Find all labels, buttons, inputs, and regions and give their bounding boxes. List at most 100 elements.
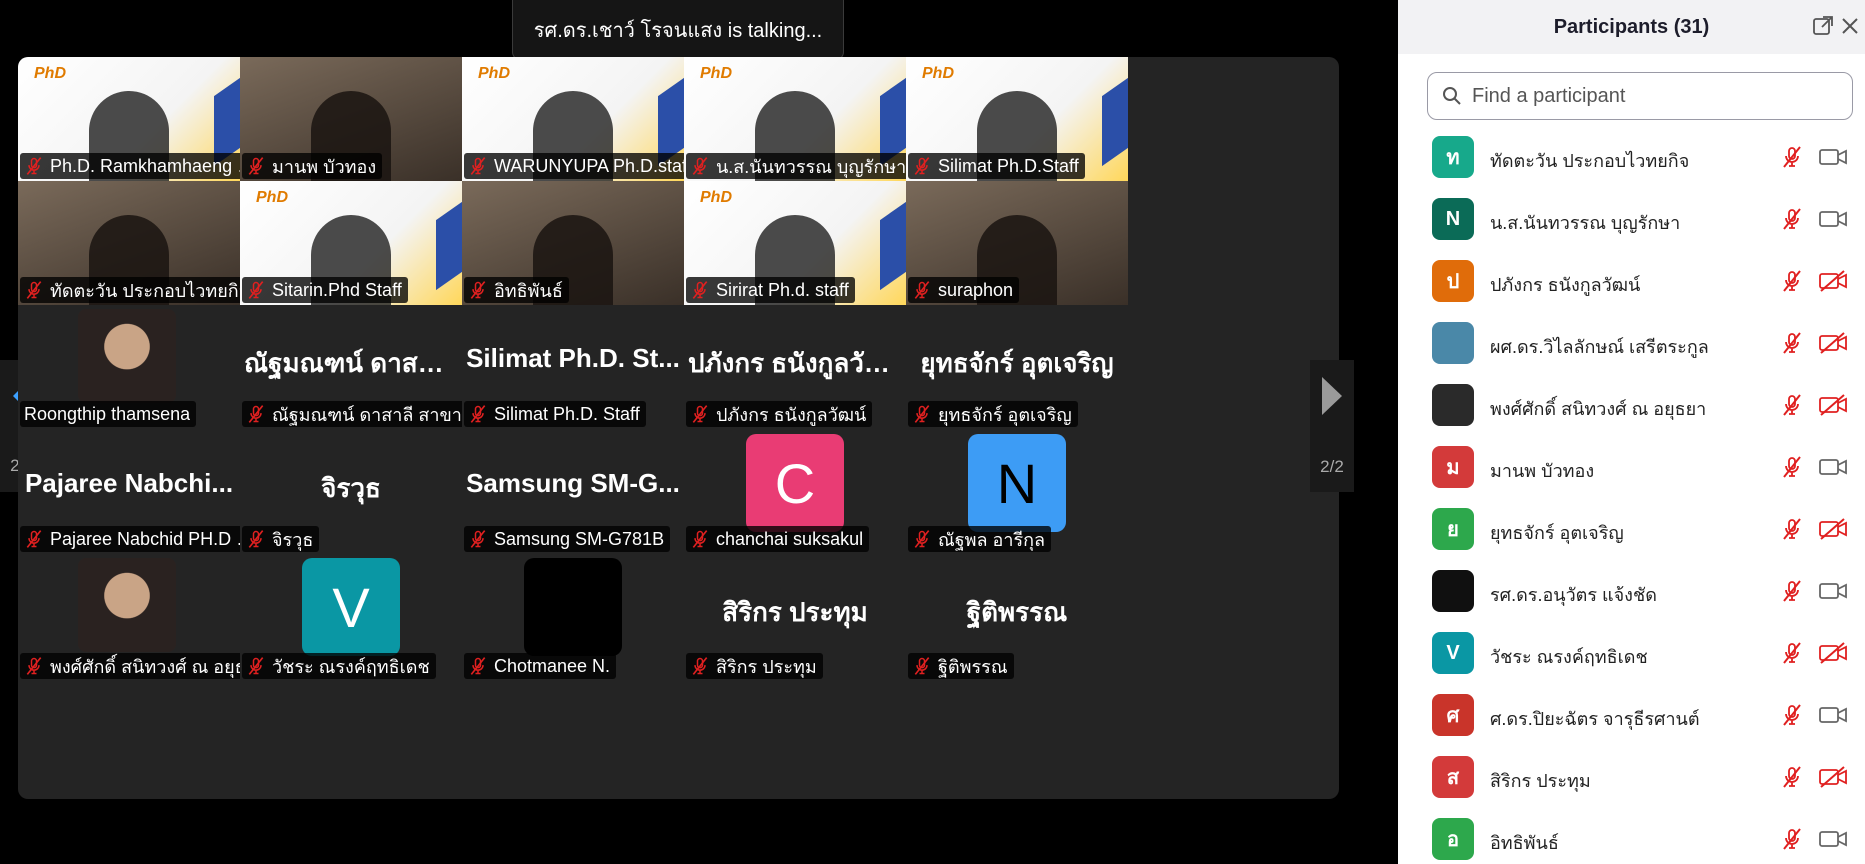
participant-name: มานพ บัวทอง	[1490, 461, 1595, 481]
display-name-large: Samsung SM-G...	[466, 468, 680, 498]
name-label: น.ส.นันทวรรณ บุญรักษา	[686, 153, 906, 179]
camera-icon[interactable]	[1818, 146, 1848, 168]
participant-tile[interactable]: PhD Silimat Ph.D.Staff	[906, 57, 1128, 181]
mic-muted-icon	[26, 657, 42, 675]
participant-tile[interactable]: ปภังกร ธนังกูลวัฒน์ ปภังกร ธนังกูลวัฒน์	[684, 305, 906, 429]
display-name-large: สิริกร ประทุม	[722, 597, 868, 627]
participant-tile[interactable]: พงศ์ศักดิ์ สนิทวงศ์ ณ อยุธยา	[18, 554, 240, 681]
mic-muted-icon	[692, 281, 708, 299]
camera-icon[interactable]	[1818, 828, 1848, 850]
participant-name: Sirirat Ph.d. staff	[716, 279, 849, 300]
participant-tile[interactable]: V วัชระ ณรงค์ฤทธิเดช	[240, 554, 462, 681]
participant-tile[interactable]: อิทธิพันธ์	[462, 181, 684, 305]
camera-off-icon[interactable]	[1818, 270, 1848, 292]
participant-name: suraphon	[938, 279, 1014, 300]
camera-off-icon[interactable]	[1818, 518, 1848, 540]
participant-name: วัชระ ณรงค์ฤทธิเดช	[272, 656, 430, 677]
participant-name: ฐิติพรรณ	[938, 656, 1008, 677]
participant-tile[interactable]: PhD WARUNYUPA Ph.D.staff	[462, 57, 684, 181]
participant-row[interactable]: ศ ศ.ดร.ปิยะฉัตร จารุธีรศานต์	[1398, 684, 1865, 746]
mic-muted-icon	[914, 157, 930, 175]
mic-muted-icon	[248, 405, 264, 423]
participant-name: ศ.ดร.ปิยะฉัตร จารุธีรศานต์	[1490, 709, 1700, 729]
name-label: Chotmanee N.	[464, 653, 617, 679]
name-label: Samsung SM-G781B	[464, 526, 671, 552]
participant-tile[interactable]: ทัดตะวัน ประกอบไวทยกิจ	[18, 181, 240, 305]
participant-tile[interactable]: PhD Sirirat Ph.d. staff	[684, 181, 906, 305]
participant-tile[interactable]: PhD น.ส.นันทวรรณ บุญรักษา	[684, 57, 906, 181]
pop-out-icon[interactable]	[1811, 14, 1835, 38]
participant-row[interactable]: ท ทัดตะวัน ประกอบไวทยกิจ	[1398, 126, 1865, 188]
participant-tile[interactable]: Roongthip thamsena	[18, 305, 240, 429]
mic-muted-icon	[470, 405, 486, 423]
participant-tile[interactable]: มานพ บัวทอง	[240, 57, 462, 181]
participant-tile[interactable]: Silimat Ph.D. St... Silimat Ph.D. Staff	[462, 305, 684, 429]
camera-icon[interactable]	[1818, 704, 1848, 726]
display-name-large: Silimat Ph.D. St...	[466, 343, 680, 373]
avatar	[524, 558, 622, 656]
phd-logo: PhD	[256, 189, 288, 206]
participant-name: น.ส.นันทวรรณ บุญรักษา	[716, 156, 906, 177]
name-label: ณัฐพล อารีกุล	[908, 526, 1052, 552]
active-speaker-banner: รศ.ดร.เชาว์ โรจนแสง is talking...	[512, 0, 844, 60]
close-icon[interactable]	[1838, 14, 1862, 38]
participant-tile[interactable]: ณัฐมณฑน์ ดาสาลี... ณัฐมณฑน์ ดาสาลี สาขานิ…	[240, 305, 462, 429]
participant-tile[interactable]: suraphon	[906, 181, 1128, 305]
name-label: Sirirat Ph.d. staff	[686, 277, 855, 303]
participant-row[interactable]: อ อิทธิพันธ์	[1398, 808, 1865, 864]
participant-row[interactable]: N น.ส.นันทวรรณ บุญรักษา	[1398, 188, 1865, 250]
video-stage: รศ.ดร.เชาว์ โรจนแสง is talking... 2/2 Ph…	[0, 0, 1398, 864]
participant-row[interactable]: ผศ.ดร.วิไลลักษณ์ เสรีตระกูล	[1398, 312, 1865, 374]
mic-muted-icon	[1783, 332, 1801, 354]
participant-row[interactable]: ม มานพ บัวทอง	[1398, 436, 1865, 498]
name-label: chanchai suksakul	[686, 526, 870, 552]
participant-avatar: ม	[1432, 446, 1474, 488]
phd-logo: PhD	[34, 65, 66, 82]
mic-muted-icon	[914, 405, 930, 423]
participant-row[interactable]: ส สิริกร ประทุม	[1398, 746, 1865, 808]
mic-muted-icon	[1783, 456, 1801, 478]
participant-name: น.ส.นันทวรรณ บุญรักษา	[1490, 213, 1681, 233]
participant-tile[interactable]: ฐิติพรรณ ฐิติพรรณ	[906, 554, 1128, 681]
panel-header: Participants (31)	[1398, 0, 1865, 54]
participant-row[interactable]: V วัชระ ณรงค์ฤทธิเดช	[1398, 622, 1865, 684]
participant-tile[interactable]: Cchanchai suksakul	[684, 430, 906, 554]
participant-tile[interactable]: N ณัฐพล อารีกุล	[906, 430, 1128, 554]
participant-search[interactable]	[1427, 72, 1853, 120]
camera-off-icon[interactable]	[1818, 394, 1848, 416]
camera-off-icon[interactable]	[1818, 766, 1848, 788]
participant-name: ยุทธจักร์ อุตเจริญ	[938, 404, 1072, 425]
camera-off-icon[interactable]	[1818, 642, 1848, 664]
next-page-button[interactable]: 2/2	[1310, 360, 1354, 492]
participant-tile[interactable]: Pajaree Nabchi... Pajaree Nabchid PH.D St…	[18, 430, 240, 554]
participant-row[interactable]: รศ.ดร.อนุวัตร แจ้งชัด	[1398, 560, 1865, 622]
participant-avatar	[1432, 322, 1474, 364]
participant-row[interactable]: พงศ์ศักดิ์ สนิทวงศ์ ณ อยุธยา	[1398, 374, 1865, 436]
camera-icon[interactable]	[1818, 456, 1848, 478]
participant-tile[interactable]: PhD Ph.D. Ramkhamhaeng Un...	[18, 57, 240, 181]
camera-icon[interactable]	[1818, 208, 1848, 230]
participant-list: ท ทัดตะวัน ประกอบไวทยกิจ N น.ส.นันทวรรณ บุญ…	[1398, 126, 1865, 864]
name-label: WARUNYUPA Ph.D.staff	[464, 153, 684, 179]
participant-tile[interactable]: สิริกร ประทุม สิริกร ประทุม	[684, 554, 906, 681]
participant-row[interactable]: ป ปภังกร ธนังกูลวัฒน์	[1398, 250, 1865, 312]
participant-tile[interactable]: Chotmanee N.	[462, 554, 684, 681]
mic-muted-icon	[26, 281, 42, 299]
mic-muted-icon	[692, 157, 708, 175]
participant-name: ณัฐมณฑน์ ดาสาลี สาขานิติศ...	[272, 404, 462, 425]
camera-off-icon[interactable]	[1818, 332, 1848, 354]
name-label: ฐิติพรรณ	[908, 653, 1014, 679]
name-label: Silimat Ph.D. Staff	[464, 401, 646, 427]
mic-muted-icon	[1783, 642, 1801, 664]
participant-name: Ph.D. Ramkhamhaeng Un...	[50, 155, 240, 176]
participant-tile[interactable]: Samsung SM-G... Samsung SM-G781B	[462, 430, 684, 554]
name-label: อิทธิพันธ์	[464, 277, 569, 303]
name-label: Roongthip thamsena	[20, 401, 197, 427]
mic-muted-icon	[1783, 766, 1801, 788]
participant-tile[interactable]: จิรวุธ จิรวุธ	[240, 430, 462, 554]
participant-tile[interactable]: ยุทธจักร์ อุตเจริญ ยุทธจักร์ อุตเจริญ	[906, 305, 1128, 429]
camera-icon[interactable]	[1818, 580, 1848, 602]
search-input[interactable]	[1470, 83, 1834, 109]
participant-tile[interactable]: PhD Sitarin.Phd Staff	[240, 181, 462, 305]
participant-row[interactable]: ย ยุทธจักร์ อุตเจริญ	[1398, 498, 1865, 560]
